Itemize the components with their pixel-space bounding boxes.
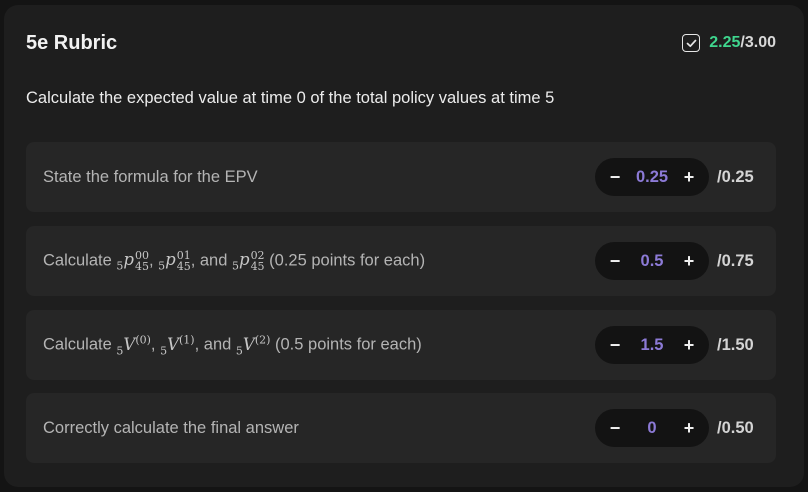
points-value[interactable]: 0.25 <box>636 168 668 187</box>
rubric-panel: 5e Rubric 2.25/3.00 Calculate the expect… <box>4 5 804 487</box>
math-stack: 02 45 <box>251 250 265 272</box>
rubric-score: 2.25/3.00 <box>682 34 776 52</box>
math-expression: 5p 00 45 <box>116 250 149 273</box>
criterion-label: State the formula for the EPV <box>43 167 258 186</box>
points-max: /1.50 <box>717 335 754 354</box>
decrement-button[interactable]: − <box>609 167 621 188</box>
points-value[interactable]: 1.5 <box>641 336 664 355</box>
criterion-score: − 0 + /0.50 <box>595 409 759 447</box>
criterion-row: Correctly calculate the final answer − 0… <box>26 393 776 463</box>
criterion-score: − 0.5 + /0.75 <box>595 242 759 280</box>
decrement-button[interactable]: − <box>609 335 621 356</box>
math-symbol: V <box>167 334 180 354</box>
score-total: 3.00 <box>744 34 776 51</box>
increment-button[interactable]: + <box>683 251 695 272</box>
math-expression: 5p 02 45 <box>232 250 265 273</box>
points-max: /0.75 <box>717 251 754 270</box>
math-expression: 5V(0) <box>116 333 151 357</box>
math-sup: (0) <box>135 333 151 347</box>
points-stepper: − 0.5 + <box>595 242 709 280</box>
math-sup: 00 <box>134 248 149 262</box>
math-sub: 45 <box>250 259 265 273</box>
criterion-label-text: , and <box>190 251 228 270</box>
criterion-score: − 0.25 + /0.25 <box>595 158 759 196</box>
math-symbol: V <box>123 334 136 354</box>
points-max: /0.50 <box>717 418 754 437</box>
criterion-label: Calculate 5p 00 45, 5p 01 45, and 5p 02 45 (0.… <box>43 250 425 273</box>
criterion-label: Correctly calculate the final answer <box>43 418 299 437</box>
criterion-label-text: , and <box>194 335 232 354</box>
points-max: /0.25 <box>717 167 754 186</box>
criterion-label: Calculate 5V(0), 5V(1), and 5V(2) (0.5 p… <box>43 333 422 357</box>
decrement-button[interactable]: − <box>609 251 621 272</box>
math-stack: 00 45 <box>135 250 149 272</box>
math-expression: 5p 01 45 <box>158 250 191 273</box>
math-stack: 01 45 <box>177 250 191 272</box>
points-stepper: − 0.25 + <box>595 158 709 196</box>
score-obtained: 2.25 <box>709 34 741 51</box>
math-sub: 5 <box>232 259 239 273</box>
checkbox-check-icon <box>682 34 701 52</box>
decrement-button[interactable]: − <box>609 418 621 439</box>
criterion-row: State the formula for the EPV − 0.25 + /… <box>26 142 776 212</box>
math-sup: (2) <box>254 333 271 347</box>
math-sup: (1) <box>179 333 195 347</box>
points-stepper: − 0 + <box>595 409 709 447</box>
points-stepper: − 1.5 + <box>595 326 709 364</box>
math-sub: 45 <box>134 259 149 273</box>
math-sup: 02 <box>250 248 265 262</box>
criterion-label-text: Calculate <box>43 335 112 354</box>
math-sub: 45 <box>176 259 191 273</box>
criterion-row: Calculate 5V(0), 5V(1), and 5V(2) (0.5 p… <box>26 310 776 380</box>
criterion-row: Calculate 5p 00 45, 5p 01 45, and 5p 02 45 (0.… <box>26 226 776 296</box>
criterion-score: − 1.5 + /1.50 <box>595 326 759 364</box>
rubric-header: 5e Rubric 2.25/3.00 <box>26 29 776 57</box>
criterion-label-text: (0.25 points for each) <box>269 251 426 270</box>
increment-button[interactable]: + <box>683 167 695 188</box>
question-text: Calculate the expected value at time 0 o… <box>26 89 555 107</box>
math-symbol: V <box>242 334 255 354</box>
increment-button[interactable]: + <box>683 335 695 356</box>
increment-button[interactable]: + <box>683 418 695 439</box>
math-symbol: p <box>123 250 134 270</box>
points-value[interactable]: 0.5 <box>641 252 664 271</box>
math-symbol: p <box>165 250 176 270</box>
math-sup: 01 <box>176 248 191 262</box>
rubric-title: 5e Rubric <box>26 31 118 54</box>
criterion-label-text: (0.5 points for each) <box>275 335 422 354</box>
criterion-label-text: Calculate <box>43 251 112 270</box>
math-expression: 5V(1) <box>160 333 195 357</box>
points-value[interactable]: 0 <box>647 419 656 438</box>
criterion-label-text: , <box>148 251 154 270</box>
criterion-label-text: , <box>150 335 156 354</box>
math-expression: 5V(2) <box>235 333 271 357</box>
math-sub: 5 <box>235 343 243 357</box>
math-symbol: p <box>239 250 250 270</box>
